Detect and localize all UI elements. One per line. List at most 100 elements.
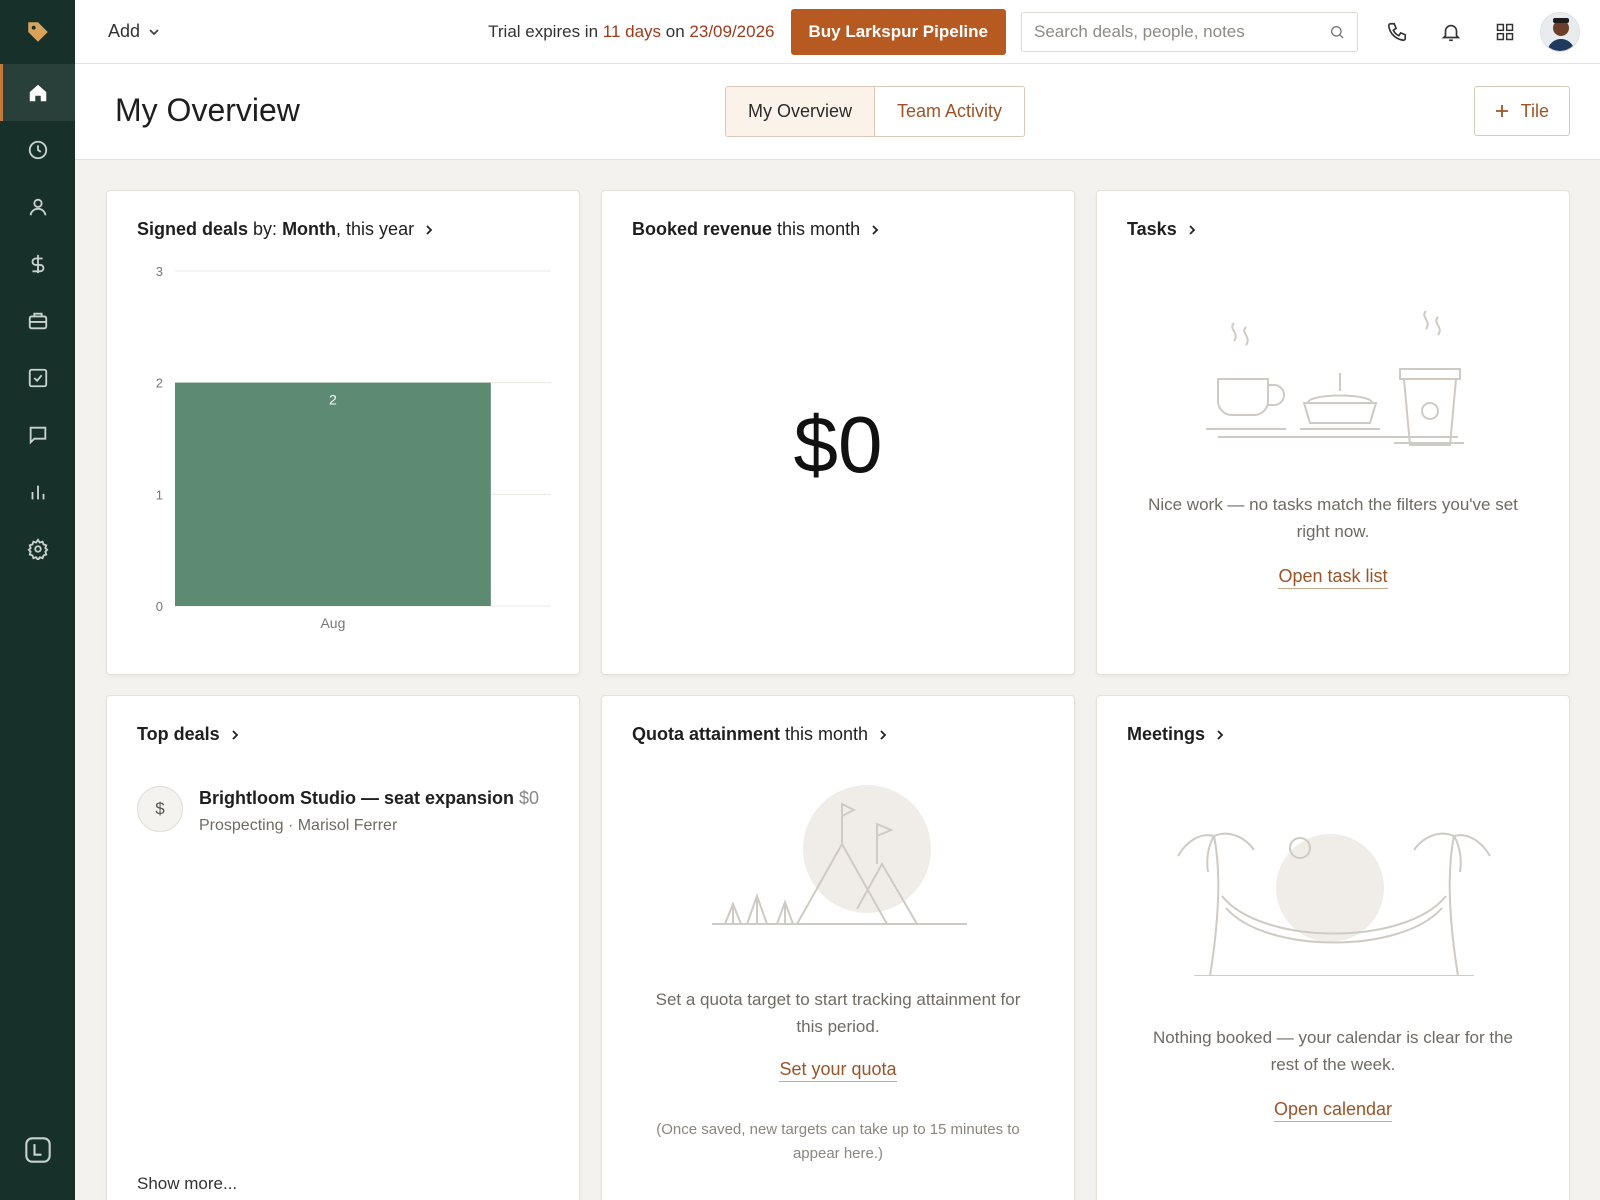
- search-box[interactable]: [1021, 11, 1358, 52]
- meetings-title[interactable]: Meetings: [1127, 724, 1225, 745]
- trial-prefix: Trial expires in: [488, 21, 603, 41]
- revenue-value: $0: [793, 400, 883, 489]
- search-icon[interactable]: [1329, 24, 1345, 40]
- dollar-icon: [31, 254, 44, 273]
- booked-revenue-title[interactable]: Booked revenue this month: [632, 219, 880, 240]
- tasks-card: Tasks Nice work — no tasks match the fil…: [1096, 190, 1570, 675]
- person-icon: [29, 198, 46, 215]
- meetings-empty-text: Nothing booked — your calendar is clear …: [1152, 1028, 1514, 1074]
- buy-button[interactable]: Buy Larkspur Pipeline: [790, 8, 1006, 55]
- deal-name-text: Brightloom Studio — seat expansion: [199, 788, 515, 808]
- deal-subtitle: Prospecting · Marisol Ferrer: [199, 817, 398, 834]
- sidebar-item-settings[interactable]: [0, 520, 75, 577]
- plus-icon: [1495, 105, 1508, 117]
- search-input[interactable]: [1034, 21, 1329, 42]
- set-quota-label[interactable]: Set your quota: [779, 1059, 897, 1082]
- topbar: Add Trial expires in 11 days on 23/09/20…: [75, 0, 1600, 64]
- bell-icon: [1441, 24, 1461, 41]
- logo[interactable]: [0, 0, 75, 64]
- open-calendar-link[interactable]: Open calendar: [1097, 1099, 1569, 1122]
- sidebar-item-projects[interactable]: [0, 292, 75, 349]
- chevron-right-icon: [872, 224, 879, 235]
- notifications-button[interactable]: [1424, 21, 1478, 43]
- sidebar-item-home[interactable]: [0, 64, 75, 121]
- title-bold: Booked revenue: [632, 219, 773, 239]
- add-menu-button[interactable]: Add: [108, 21, 160, 42]
- title-mid: by:: [248, 219, 283, 239]
- phone-icon: [1387, 22, 1407, 41]
- apps-button[interactable]: [1478, 22, 1532, 42]
- tasks-empty-text: Nice work — no tasks match the filters y…: [1148, 495, 1518, 541]
- booked-revenue-title-text: Booked revenue this month: [632, 219, 860, 240]
- checkbox-icon: [28, 368, 47, 387]
- trial-days: 11 days: [602, 21, 662, 41]
- sidebar-bottom: [0, 1136, 75, 1164]
- title-tail: this month: [780, 724, 869, 744]
- briefcase-icon: [28, 312, 47, 329]
- signed-deals-chart: 0 1 2 3 2 Aug: [156, 264, 551, 631]
- meetings-title-text: Meetings: [1127, 724, 1206, 744]
- mountain-illustration: [712, 785, 967, 925]
- sidebar-item-messages[interactable]: [0, 406, 75, 463]
- x-tick-label: Aug: [320, 615, 345, 631]
- tab-my-overview[interactable]: My Overview: [726, 87, 876, 136]
- add-tile-button[interactable]: Tile: [1473, 86, 1570, 136]
- quota-card: Quota attainment this month Set a quota …: [601, 695, 1075, 1200]
- tab-team-activity[interactable]: Team Activity: [875, 87, 1025, 136]
- chevron-right-icon: [1189, 224, 1195, 235]
- open-calendar-label[interactable]: Open calendar: [1273, 1099, 1393, 1122]
- y-tick-label: 1: [156, 487, 163, 502]
- open-task-list-label[interactable]: Open task list: [1278, 566, 1388, 589]
- sidebar-item-tasks[interactable]: [0, 349, 75, 406]
- list-item[interactable]: $ Brightloom Studio — seat expansion $0 …: [137, 786, 539, 835]
- title-bold2: Month: [282, 219, 337, 239]
- title-bold: Signed deals: [137, 219, 249, 239]
- top-deals-card: Top deals $ Brightloom Studio — seat exp…: [106, 695, 580, 1200]
- trial-date: 23/09/2026: [689, 21, 775, 41]
- deal-info: Brightloom Studio — seat expansion $0 Pr…: [199, 786, 539, 835]
- chevron-right-icon: [232, 729, 238, 740]
- deal-amount: $0: [519, 788, 540, 808]
- sidebar-item-activity[interactable]: [0, 121, 75, 178]
- tile-label: Tile: [1520, 100, 1549, 121]
- coffee-cake-illustration: [1206, 310, 1464, 446]
- y-tick-label: 3: [156, 264, 163, 279]
- chevron-down-icon: [149, 28, 159, 35]
- data-label: 2: [329, 392, 337, 408]
- open-task-list-link[interactable]: Open task list: [1097, 566, 1569, 589]
- booked-revenue-card: Booked revenue this month $0: [601, 190, 1075, 675]
- sidebar: [0, 0, 75, 1200]
- show-more-link[interactable]: Show more...: [137, 1174, 237, 1194]
- top-deals-title[interactable]: Top deals: [137, 724, 240, 745]
- add-label: Add: [108, 21, 141, 41]
- launcher-icon[interactable]: [24, 1136, 52, 1164]
- home-icon: [29, 84, 46, 101]
- tasks-title[interactable]: Tasks: [1127, 219, 1197, 240]
- quota-title-text: Quota attainment this month: [632, 724, 868, 745]
- phone-button[interactable]: [1370, 21, 1424, 43]
- signed-deals-card: Signed deals by: Month, this year 0 1 2 3 2 A…: [106, 190, 580, 675]
- sidebar-item-deals[interactable]: [0, 235, 75, 292]
- y-tick-label: 2: [156, 376, 163, 391]
- title-bold: Quota attainment: [632, 724, 781, 744]
- quota-note: (Once saved, new targets can take up to …: [656, 1121, 1020, 1162]
- user-avatar-icon: [1541, 12, 1579, 51]
- page-header: My Overview My Overview Team Activity Ti…: [75, 64, 1600, 160]
- gear-icon: [27, 537, 48, 560]
- avatar[interactable]: [1540, 11, 1580, 52]
- set-quota-link[interactable]: Set your quota: [602, 1059, 1074, 1082]
- sidebar-item-contacts[interactable]: [0, 178, 75, 235]
- deal-name[interactable]: Brightloom Studio — seat expansion $0: [199, 788, 539, 809]
- sidebar-item-reports[interactable]: [0, 463, 75, 520]
- quota-empty-text: Set a quota target to start tracking att…: [655, 990, 1021, 1036]
- trial-notice: Trial expires in 11 days on 23/09/2026: [488, 22, 774, 42]
- page-title: My Overview: [115, 92, 300, 128]
- top-deals-title-text: Top deals: [137, 724, 220, 744]
- title-tail: this month: [772, 219, 861, 239]
- signed-deals-title[interactable]: Signed deals by: Month, this year: [137, 219, 434, 240]
- bar-chart-icon: [31, 485, 44, 499]
- quota-title[interactable]: Quota attainment this month: [632, 724, 888, 745]
- view-switcher: My Overview Team Activity: [725, 86, 1026, 137]
- chevron-right-icon: [880, 729, 887, 740]
- grid-icon: [1496, 23, 1514, 40]
